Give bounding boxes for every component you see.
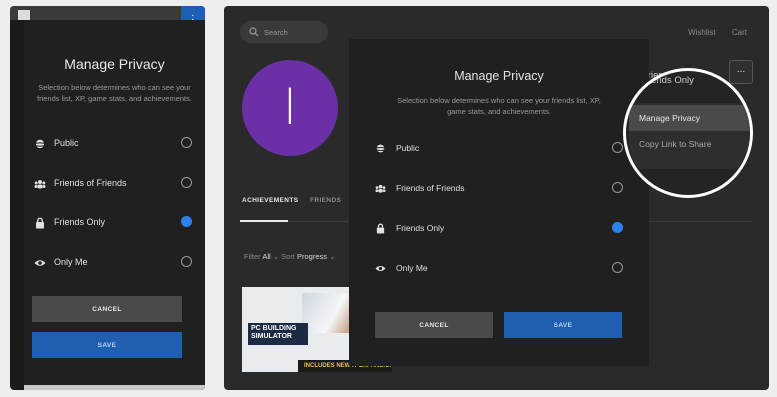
game-logo: PC BUILDING SIMULATOR [248,323,308,345]
option-public[interactable]: Public [375,141,623,159]
cancel-button[interactable]: CANCEL [32,296,182,322]
top-nav: Wishlist Cart [674,28,747,37]
mobile-topbar: ··· [10,6,205,40]
save-button[interactable]: SAVE [32,332,182,358]
option-label: Friends of Friends [396,183,465,193]
background-strip [24,385,205,390]
radio-button[interactable] [612,182,623,193]
screenshot-root: ··· Manage Privacy Selection below deter… [0,0,777,397]
option-only-me[interactable]: Only Me [34,255,192,273]
sort-dropdown[interactable]: Progress [297,252,327,261]
option-label: Only Me [396,263,428,273]
lock-icon [36,217,44,229]
menu-item-copy-link[interactable]: Copy Link to Share [629,131,750,157]
option-label: Friends Only [396,223,445,233]
cancel-button[interactable]: CANCEL [375,312,493,338]
modal-title: Manage Privacy [454,69,544,83]
app-logo-icon [18,10,30,20]
group-icon [375,184,386,193]
option-label: Friends of Friends [54,178,127,188]
globe-icon [375,144,386,153]
option-friends-of-friends[interactable]: Friends of Friends [34,176,192,194]
search-icon [249,27,259,37]
group-icon [34,180,46,189]
option-label: Public [396,143,420,153]
filter-label: Filter [244,252,261,261]
chevron-down-icon: ⌄ [327,252,336,261]
radio-button-selected[interactable] [612,222,623,233]
cart-link[interactable]: Cart [732,28,747,37]
radio-button[interactable] [181,256,192,267]
option-label: Only Me [54,257,88,267]
modal-title: Manage Privacy [64,56,165,72]
modal-description: Selection below determines who can see y… [37,83,192,103]
radio-button[interactable] [181,177,192,188]
option-label: Friends Only [54,217,106,227]
filter-dropdown[interactable]: All [262,252,270,261]
option-friends-only[interactable]: Friends Only [34,215,192,233]
privacy-status-zoomed: Friends Only [640,75,694,86]
options-dropdown: Manage Privacy Copy Link to Share [629,103,750,169]
option-friends-of-friends[interactable]: Friends of Friends [375,181,623,199]
zoom-callout: Friends Only Manage Privacy Copy Link to… [623,68,753,198]
privacy-modal-mobile: Manage Privacy Selection below determine… [24,20,205,390]
avatar: l [242,60,338,156]
radio-button[interactable] [612,262,623,273]
privacy-modal: Manage Privacy Selection below determine… [349,39,649,366]
radio-button[interactable] [612,142,623,153]
wishlist-link[interactable]: Wishlist [688,28,716,37]
option-friends-only[interactable]: Friends Only [375,221,623,239]
radio-button-selected[interactable] [181,216,192,227]
globe-icon [34,139,46,149]
option-public[interactable]: Public [34,136,192,154]
modal-description: Selection below determines who can see y… [397,96,601,116]
option-only-me[interactable]: Only Me [375,261,623,279]
option-label: Public [54,138,79,148]
radio-button[interactable] [181,137,192,148]
active-tab-indicator [240,220,288,222]
search-input[interactable] [264,25,324,39]
more-options-button[interactable]: ... [729,60,753,84]
eye-icon [375,265,386,272]
tab-friends[interactable]: FRIENDS [310,197,341,204]
mobile-window: ··· Manage Privacy Selection below deter… [10,6,205,390]
sort-label: Sort [281,252,295,261]
eye-icon [34,260,46,266]
save-button[interactable]: SAVE [504,312,622,338]
menu-item-manage-privacy[interactable]: Manage Privacy [629,105,750,131]
search-bar[interactable] [240,21,328,43]
desktop-window: Wishlist Cart l ACHIEVEMENTS FRIENDS Fil… [224,6,769,390]
filter-bar: Filter All ⌄ Sort Progress ⌄ [244,252,335,261]
tab-achievements[interactable]: ACHIEVEMENTS [242,197,298,204]
chevron-down-icon: ⌄ [270,252,282,261]
lock-icon [376,223,385,234]
